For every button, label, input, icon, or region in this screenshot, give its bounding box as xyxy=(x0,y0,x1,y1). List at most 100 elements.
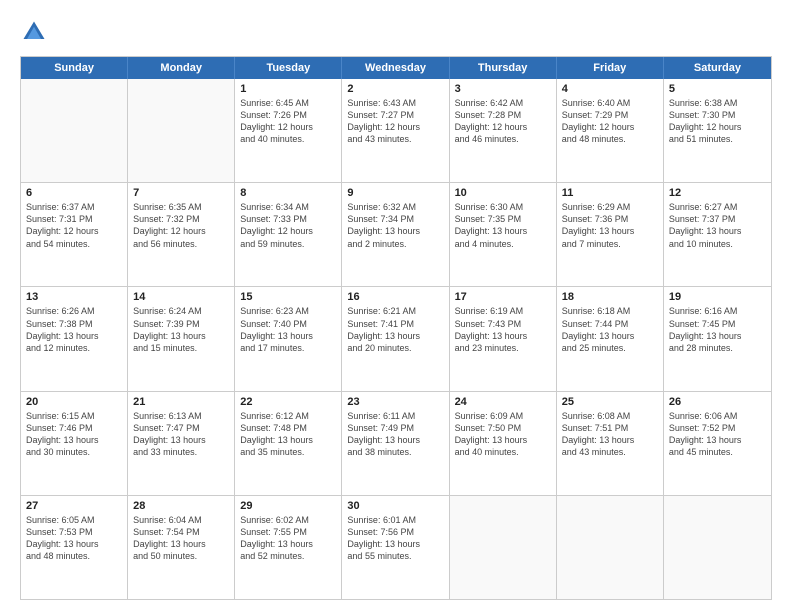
cell-line: Daylight: 13 hours xyxy=(562,434,658,446)
page: SundayMondayTuesdayWednesdayThursdayFrid… xyxy=(0,0,792,612)
calendar-cell: 24Sunrise: 6:09 AMSunset: 7:50 PMDayligh… xyxy=(450,392,557,495)
calendar-cell: 22Sunrise: 6:12 AMSunset: 7:48 PMDayligh… xyxy=(235,392,342,495)
cell-line: Sunrise: 6:42 AM xyxy=(455,97,551,109)
cell-line: Daylight: 12 hours xyxy=(26,225,122,237)
cell-line: Daylight: 13 hours xyxy=(347,330,443,342)
calendar-cell: 12Sunrise: 6:27 AMSunset: 7:37 PMDayligh… xyxy=(664,183,771,286)
cell-line: Sunset: 7:48 PM xyxy=(240,422,336,434)
cell-line: Sunrise: 6:19 AM xyxy=(455,305,551,317)
cell-line: Sunset: 7:33 PM xyxy=(240,213,336,225)
cell-line: and 45 minutes. xyxy=(669,446,766,458)
day-number: 1 xyxy=(240,83,336,95)
day-number: 13 xyxy=(26,291,122,303)
cell-line: Sunset: 7:52 PM xyxy=(669,422,766,434)
calendar-cell: 4Sunrise: 6:40 AMSunset: 7:29 PMDaylight… xyxy=(557,79,664,182)
cell-line: and 40 minutes. xyxy=(240,133,336,145)
cell-line: and 2 minutes. xyxy=(347,238,443,250)
cell-line: Daylight: 13 hours xyxy=(133,330,229,342)
day-number: 29 xyxy=(240,500,336,512)
cell-line: Sunset: 7:27 PM xyxy=(347,109,443,121)
day-number: 19 xyxy=(669,291,766,303)
day-number: 30 xyxy=(347,500,443,512)
calendar-cell: 15Sunrise: 6:23 AMSunset: 7:40 PMDayligh… xyxy=(235,287,342,390)
cell-line: Daylight: 13 hours xyxy=(669,225,766,237)
day-number: 7 xyxy=(133,187,229,199)
cell-line: Sunrise: 6:18 AM xyxy=(562,305,658,317)
calendar-cell: 28Sunrise: 6:04 AMSunset: 7:54 PMDayligh… xyxy=(128,496,235,599)
day-number: 4 xyxy=(562,83,658,95)
cell-line: and 7 minutes. xyxy=(562,238,658,250)
calendar-row: 6Sunrise: 6:37 AMSunset: 7:31 PMDaylight… xyxy=(21,182,771,286)
day-number: 21 xyxy=(133,396,229,408)
calendar-cell xyxy=(128,79,235,182)
cell-line: Daylight: 13 hours xyxy=(455,330,551,342)
day-number: 2 xyxy=(347,83,443,95)
cell-line: and 50 minutes. xyxy=(133,550,229,562)
cell-line: Sunrise: 6:40 AM xyxy=(562,97,658,109)
cell-line: Sunrise: 6:38 AM xyxy=(669,97,766,109)
cell-line: Daylight: 13 hours xyxy=(240,538,336,550)
cell-line: Sunrise: 6:09 AM xyxy=(455,410,551,422)
day-number: 20 xyxy=(26,396,122,408)
cell-line: Sunset: 7:37 PM xyxy=(669,213,766,225)
cell-line: and 48 minutes. xyxy=(26,550,122,562)
day-number: 10 xyxy=(455,187,551,199)
cell-line: and 33 minutes. xyxy=(133,446,229,458)
cell-line: and 30 minutes. xyxy=(26,446,122,458)
calendar: SundayMondayTuesdayWednesdayThursdayFrid… xyxy=(20,56,772,600)
calendar-header: SundayMondayTuesdayWednesdayThursdayFrid… xyxy=(21,57,771,79)
calendar-cell xyxy=(21,79,128,182)
header-day: Thursday xyxy=(450,57,557,79)
day-number: 8 xyxy=(240,187,336,199)
cell-line: Sunset: 7:55 PM xyxy=(240,526,336,538)
day-number: 23 xyxy=(347,396,443,408)
calendar-body: 1Sunrise: 6:45 AMSunset: 7:26 PMDaylight… xyxy=(21,79,771,599)
cell-line: and 55 minutes. xyxy=(347,550,443,562)
cell-line: Sunset: 7:47 PM xyxy=(133,422,229,434)
cell-line: Sunrise: 6:12 AM xyxy=(240,410,336,422)
cell-line: and 20 minutes. xyxy=(347,342,443,354)
cell-line: Sunrise: 6:30 AM xyxy=(455,201,551,213)
cell-line: Sunset: 7:30 PM xyxy=(669,109,766,121)
cell-line: and 25 minutes. xyxy=(562,342,658,354)
cell-line: Sunrise: 6:13 AM xyxy=(133,410,229,422)
day-number: 22 xyxy=(240,396,336,408)
cell-line: Sunset: 7:54 PM xyxy=(133,526,229,538)
cell-line: and 59 minutes. xyxy=(240,238,336,250)
cell-line: and 43 minutes. xyxy=(562,446,658,458)
cell-line: Daylight: 13 hours xyxy=(562,225,658,237)
cell-line: Daylight: 13 hours xyxy=(669,434,766,446)
calendar-cell: 2Sunrise: 6:43 AMSunset: 7:27 PMDaylight… xyxy=(342,79,449,182)
calendar-row: 20Sunrise: 6:15 AMSunset: 7:46 PMDayligh… xyxy=(21,391,771,495)
cell-line: and 56 minutes. xyxy=(133,238,229,250)
cell-line: Sunset: 7:41 PM xyxy=(347,318,443,330)
calendar-cell: 27Sunrise: 6:05 AMSunset: 7:53 PMDayligh… xyxy=(21,496,128,599)
cell-line: Daylight: 12 hours xyxy=(455,121,551,133)
logo-icon xyxy=(20,18,48,46)
calendar-cell: 25Sunrise: 6:08 AMSunset: 7:51 PMDayligh… xyxy=(557,392,664,495)
day-number: 6 xyxy=(26,187,122,199)
day-number: 17 xyxy=(455,291,551,303)
calendar-cell: 14Sunrise: 6:24 AMSunset: 7:39 PMDayligh… xyxy=(128,287,235,390)
cell-line: and 38 minutes. xyxy=(347,446,443,458)
cell-line: Daylight: 13 hours xyxy=(26,538,122,550)
day-number: 25 xyxy=(562,396,658,408)
calendar-row: 13Sunrise: 6:26 AMSunset: 7:38 PMDayligh… xyxy=(21,286,771,390)
header-day: Monday xyxy=(128,57,235,79)
calendar-cell: 11Sunrise: 6:29 AMSunset: 7:36 PMDayligh… xyxy=(557,183,664,286)
day-number: 3 xyxy=(455,83,551,95)
day-number: 18 xyxy=(562,291,658,303)
cell-line: Daylight: 12 hours xyxy=(347,121,443,133)
cell-line: Daylight: 13 hours xyxy=(669,330,766,342)
cell-line: Sunset: 7:51 PM xyxy=(562,422,658,434)
cell-line: and 48 minutes. xyxy=(562,133,658,145)
cell-line: Sunset: 7:29 PM xyxy=(562,109,658,121)
cell-line: Sunrise: 6:29 AM xyxy=(562,201,658,213)
cell-line: Sunset: 7:56 PM xyxy=(347,526,443,538)
cell-line: Sunset: 7:31 PM xyxy=(26,213,122,225)
cell-line: Sunrise: 6:06 AM xyxy=(669,410,766,422)
cell-line: Daylight: 13 hours xyxy=(455,225,551,237)
cell-line: Sunrise: 6:37 AM xyxy=(26,201,122,213)
calendar-cell: 23Sunrise: 6:11 AMSunset: 7:49 PMDayligh… xyxy=(342,392,449,495)
cell-line: Sunset: 7:38 PM xyxy=(26,318,122,330)
